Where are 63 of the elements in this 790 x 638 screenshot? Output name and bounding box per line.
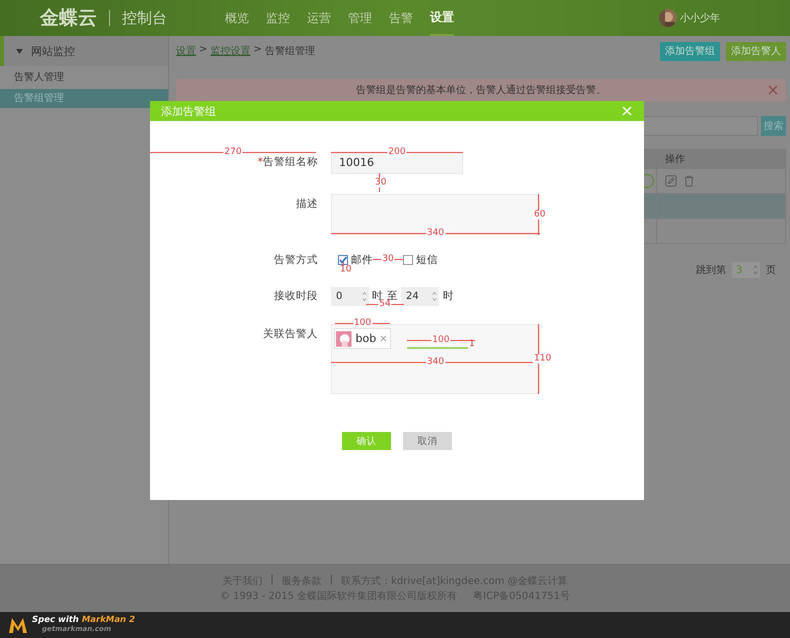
breadcrumb-link[interactable]: 监控设置	[210, 44, 250, 58]
spec-label: Spec with	[32, 615, 79, 626]
user-name[interactable]: 小小少年	[680, 11, 720, 25]
dimension-label: 100	[352, 319, 372, 328]
hour-spinner[interactable]: 0	[331, 286, 369, 306]
dimension-label: 10	[339, 266, 352, 274]
dimension-label: 110	[533, 354, 552, 364]
dimension-label: 340	[426, 358, 446, 367]
breadcrumb-separator: >	[199, 44, 208, 57]
column-header: 操作	[664, 153, 686, 167]
dimension-label: 100	[431, 336, 450, 345]
remove-icon[interactable]	[380, 335, 387, 342]
field-label: 关联告警人	[263, 327, 318, 341]
logo: 金蝶云	[40, 6, 97, 31]
dimension-label: 30	[381, 255, 395, 264]
logo-icon	[8, 616, 28, 634]
unit-label: 时	[443, 289, 454, 303]
sidebar-item[interactable]: 告警人管理	[0, 68, 168, 87]
breadcrumb-link[interactable]: 设置	[176, 44, 196, 58]
input-underline	[407, 347, 468, 349]
option-label: 短信	[416, 253, 438, 267]
nav-tab[interactable]: 管理	[348, 0, 372, 36]
add-button[interactable]: 添加告警组	[660, 42, 720, 60]
checkbox[interactable]	[403, 255, 413, 265]
nav-tab[interactable]: 概览	[225, 0, 249, 36]
nav-tab[interactable]: 设置	[430, 0, 454, 36]
option-label: 邮件	[351, 253, 373, 267]
spinner-icon	[753, 264, 758, 276]
field-label: 描述	[296, 197, 318, 211]
close-icon[interactable]	[768, 85, 778, 95]
pager-unit: 页	[766, 264, 776, 277]
add-button[interactable]: 添加告警人	[726, 42, 786, 60]
dimension-label: 30	[374, 178, 388, 187]
breadcrumb-current: 告警组管理	[264, 44, 315, 58]
field-label: *告警组名称	[258, 155, 318, 169]
dimension-label: 54	[378, 300, 392, 309]
delete-icon[interactable]	[683, 175, 695, 187]
edit-icon[interactable]	[665, 175, 677, 187]
nav-tab[interactable]: 运营	[307, 0, 331, 36]
footer-separator: |	[270, 574, 274, 587]
sidebar-section[interactable]: 网站监控	[0, 36, 168, 66]
nav-tab[interactable]: 监控	[266, 0, 290, 36]
field-label: 接收时段	[274, 289, 318, 303]
confirm-button[interactable]: 确认	[342, 432, 391, 450]
cancel-button[interactable]: 取消	[403, 432, 452, 450]
console-title: 控制台	[122, 8, 167, 28]
field-label: 告警方式	[274, 253, 318, 267]
sidebar-item[interactable]: 告警组管理	[0, 89, 168, 108]
dimension-label: 270	[223, 148, 243, 157]
section-title: 网站监控	[31, 44, 75, 58]
hour-spinner[interactable]: 24	[401, 286, 439, 306]
pager-label: 跳到第	[696, 264, 726, 277]
checkbox[interactable]	[338, 255, 348, 265]
dimension-label: 200	[387, 148, 407, 157]
dimension-label: 340	[426, 229, 446, 238]
nav-tab[interactable]: 告警	[389, 0, 413, 36]
app-name: MarkMan 2	[82, 615, 135, 626]
caret-icon	[16, 48, 23, 54]
notice-text: 告警组是告警的基本单位，告警人通过告警组接受告警。	[356, 84, 606, 97]
footer-separator: |	[330, 574, 334, 587]
search-button[interactable]: 搜索	[761, 116, 786, 136]
breadcrumb-separator: >	[253, 44, 262, 57]
dimension-label: 60	[533, 210, 546, 219]
